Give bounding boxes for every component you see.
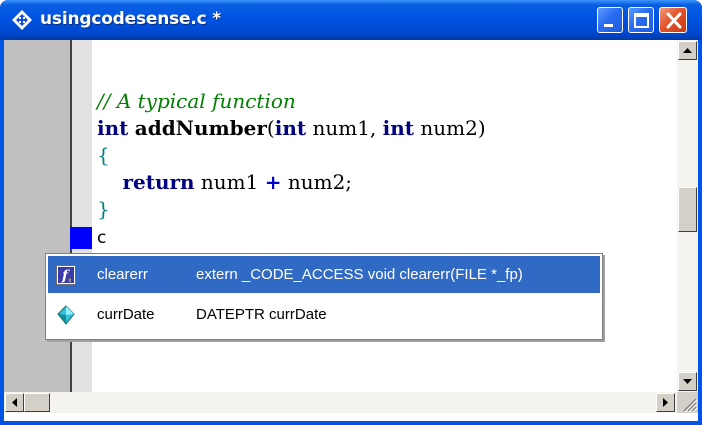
scroll-down-button[interactable]	[678, 372, 697, 391]
horizontal-scroll-thumb[interactable]	[24, 393, 50, 412]
scroll-up-button[interactable]	[678, 41, 697, 60]
maximize-button[interactable]	[628, 7, 654, 33]
comment-text: // A typical function	[97, 89, 296, 113]
scroll-left-button[interactable]	[5, 393, 24, 412]
plus-operator: +	[264, 170, 282, 194]
autocomplete-popup[interactable]: f x clearerr extern _CODE_ACCESS void cl…	[45, 253, 603, 340]
operand-num2: num2;	[281, 170, 353, 194]
code-line-close-brace: }	[97, 196, 486, 223]
code-line-signature: int addNumber(int num1, int num2)	[97, 115, 486, 142]
typed-text: c	[97, 228, 107, 248]
keyword-int: int	[97, 116, 129, 140]
arrow-up-icon	[683, 48, 692, 53]
editor-window: usingcodesense.c * // A typical function…	[0, 0, 702, 425]
arg-num1: num1,	[306, 116, 383, 140]
arrow-right-icon	[663, 398, 668, 407]
autocomplete-item[interactable]: f x clearerr extern _CODE_ACCESS void cl…	[48, 256, 600, 293]
minimize-button[interactable]	[597, 7, 623, 33]
keyword-int-arg2: int	[382, 116, 415, 140]
close-icon	[666, 12, 682, 29]
autocomplete-item-name: currDate	[97, 306, 155, 323]
close-brace: }	[97, 197, 110, 221]
title-bar[interactable]: usingcodesense.c *	[0, 0, 702, 40]
keyword-return: return	[122, 170, 195, 194]
horizontal-scrollbar[interactable]	[4, 392, 677, 413]
size-grip[interactable]	[677, 392, 698, 413]
function-name: addNumber	[134, 116, 267, 140]
variable-icon	[57, 305, 75, 325]
svg-text:x: x	[68, 277, 72, 284]
function-icon: f x	[56, 265, 76, 285]
resize-grip-icon	[683, 398, 698, 413]
autocomplete-item-name: clearerr	[97, 266, 148, 283]
close-button[interactable]	[659, 7, 687, 33]
paren-open: (	[266, 116, 275, 140]
arg-num2: num2)	[414, 116, 486, 140]
window-title: usingcodesense.c *	[40, 9, 221, 29]
code-line-return: return num1 + num2;	[97, 169, 486, 196]
open-brace: {	[97, 143, 110, 167]
autocomplete-item-signature: DATEPTR currDate	[196, 306, 327, 323]
minimize-icon	[604, 24, 613, 27]
code-text[interactable]: // A typical function int addNumber(int …	[97, 88, 486, 223]
arrow-left-icon	[12, 398, 17, 407]
code-line-comment: // A typical function	[97, 88, 486, 115]
code-line-open-brace: {	[97, 142, 486, 169]
operand-num1: num1	[194, 170, 265, 194]
editor-client-area[interactable]: // A typical function int addNumber(int …	[4, 40, 698, 421]
current-line-marker	[70, 227, 92, 249]
autocomplete-item[interactable]: currDate DATEPTR currDate	[48, 296, 600, 333]
vertical-scroll-thumb[interactable]	[678, 187, 697, 232]
maximize-icon	[634, 13, 649, 28]
keyword-int-arg1: int	[274, 116, 307, 140]
autocomplete-item-signature: extern _CODE_ACCESS void clearerr(FILE *…	[196, 266, 523, 283]
vertical-scrollbar[interactable]	[677, 40, 698, 392]
scroll-right-button[interactable]	[656, 393, 675, 412]
arrow-down-icon	[683, 379, 692, 384]
diamond-arrows-icon[interactable]	[12, 10, 32, 30]
